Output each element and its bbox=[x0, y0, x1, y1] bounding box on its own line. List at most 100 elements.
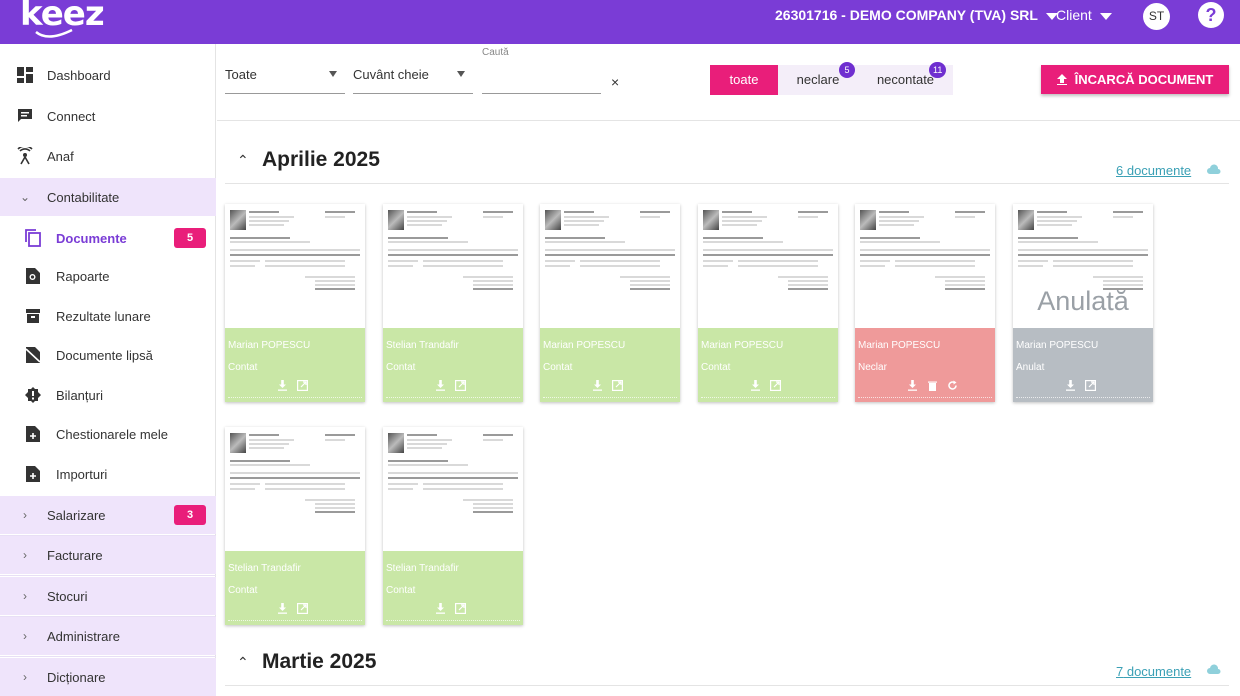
type-select[interactable]: Toate bbox=[225, 56, 345, 94]
document-line bbox=[564, 224, 599, 226]
group-documents-label: documente bbox=[1123, 163, 1192, 178]
cloud-upload-icon[interactable] bbox=[1207, 164, 1221, 174]
role-label: Client bbox=[1056, 7, 1092, 23]
download-icon[interactable] bbox=[1065, 380, 1076, 391]
group-documents-link[interactable]: 6 documente bbox=[1116, 163, 1191, 178]
document-thumbnail[interactable] bbox=[855, 204, 995, 328]
trash-icon[interactable] bbox=[927, 380, 938, 391]
card-actions bbox=[907, 380, 958, 391]
document-card[interactable]: Stelian Trandafir Contat bbox=[383, 204, 523, 402]
open-external-icon[interactable] bbox=[297, 380, 308, 391]
document-line bbox=[860, 265, 885, 267]
document-line bbox=[703, 249, 833, 251]
document-card[interactable]: Anulată Marian POPESCU Anulat bbox=[1013, 204, 1153, 402]
document-card[interactable]: Marian POPESCU Contat bbox=[225, 204, 365, 402]
field-select[interactable]: Cuvânt cheie bbox=[353, 56, 473, 94]
document-card[interactable]: Marian POPESCU Contat bbox=[540, 204, 680, 402]
open-external-icon[interactable] bbox=[612, 380, 623, 391]
uploader-name: Marian POPESCU bbox=[858, 340, 941, 351]
chevron-down-icon: ⌄ bbox=[19, 190, 31, 204]
document-line bbox=[315, 511, 355, 513]
group-documents-link[interactable]: 7 documente bbox=[1116, 664, 1191, 679]
document-line bbox=[388, 265, 413, 267]
document-thumbnail[interactable]: Anulată bbox=[1013, 204, 1153, 328]
download-icon[interactable] bbox=[435, 380, 446, 391]
open-external-icon[interactable] bbox=[297, 603, 308, 614]
document-thumbnail[interactable] bbox=[540, 204, 680, 328]
tab-toate[interactable]: toate bbox=[710, 65, 778, 95]
document-line bbox=[1053, 260, 1133, 262]
document-thumbnail[interactable] bbox=[698, 204, 838, 328]
document-line bbox=[860, 237, 920, 239]
sidebar-item-stocuri[interactable]: › Stocuri bbox=[0, 577, 216, 615]
download-icon[interactable] bbox=[592, 380, 603, 391]
document-line bbox=[630, 280, 670, 282]
sidebar-item-label: Contabilitate bbox=[47, 189, 120, 205]
document-line bbox=[325, 434, 355, 436]
document-line bbox=[788, 280, 828, 282]
download-icon[interactable] bbox=[435, 603, 446, 614]
document-line bbox=[879, 220, 919, 222]
open-external-icon[interactable] bbox=[770, 380, 781, 391]
card-footer: Stelian Trandafir Contat bbox=[225, 551, 365, 625]
search-input[interactable] bbox=[482, 60, 601, 94]
download-icon[interactable] bbox=[907, 380, 918, 391]
sidebar-item-chestionarele-mele[interactable]: Chestionarele mele bbox=[0, 415, 216, 453]
clear-icon[interactable]: × bbox=[611, 74, 619, 90]
document-line bbox=[230, 488, 255, 490]
company-selector[interactable]: 26301716 - DEMO COMPANY (TVA) SRL bbox=[775, 7, 1058, 23]
download-icon[interactable] bbox=[277, 603, 288, 614]
document-card[interactable]: Marian POPESCU Contat bbox=[698, 204, 838, 402]
document-line bbox=[388, 249, 518, 251]
download-icon[interactable] bbox=[277, 380, 288, 391]
invoice-logo-icon bbox=[1018, 210, 1034, 230]
sidebar-item-rapoarte[interactable]: Rapoarte bbox=[0, 257, 216, 295]
document-card[interactable]: Stelian Trandafir Contat bbox=[225, 427, 365, 625]
open-external-icon[interactable] bbox=[455, 380, 466, 391]
role-selector[interactable]: Client bbox=[1056, 7, 1112, 23]
document-line bbox=[315, 280, 355, 282]
sidebar-item-documente[interactable]: Documente 5 bbox=[0, 219, 216, 257]
refresh-icon[interactable] bbox=[947, 380, 958, 391]
document-card[interactable]: Stelian Trandafir Contat bbox=[383, 427, 523, 625]
sidebar-item-label: Bilanțuri bbox=[56, 387, 103, 403]
logo-swoosh-icon bbox=[35, 28, 73, 38]
group-title: Aprilie 2025 bbox=[262, 148, 380, 171]
cloud-upload-icon[interactable] bbox=[1207, 664, 1221, 674]
card-footer: Stelian Trandafir Contat bbox=[383, 328, 523, 402]
sidebar-item-anaf[interactable]: Anaf bbox=[0, 137, 216, 175]
open-external-icon[interactable] bbox=[455, 603, 466, 614]
document-line bbox=[388, 464, 468, 466]
download-icon[interactable] bbox=[750, 380, 761, 391]
collapse-icon[interactable]: ⌃ bbox=[237, 654, 249, 671]
open-external-icon[interactable] bbox=[1085, 380, 1096, 391]
document-thumbnail[interactable] bbox=[225, 427, 365, 551]
upload-document-button[interactable]: ÎNCARCĂ DOCUMENT bbox=[1041, 65, 1229, 94]
document-line bbox=[860, 260, 890, 262]
document-line bbox=[580, 265, 660, 267]
document-card[interactable]: Marian POPESCU Neclar bbox=[855, 204, 995, 402]
sidebar-item-dashboard[interactable]: Dashboard bbox=[0, 56, 216, 94]
sidebar-item-importuri[interactable]: Importuri bbox=[0, 455, 216, 493]
document-line bbox=[879, 216, 924, 218]
document-thumbnail[interactable] bbox=[383, 427, 523, 551]
avatar[interactable]: ST bbox=[1143, 3, 1170, 30]
document-line bbox=[703, 241, 783, 243]
sidebar-item-salarizare[interactable]: › Salarizare 3 bbox=[0, 496, 216, 534]
sidebar-item-dictionare[interactable]: › Dicționare bbox=[0, 658, 216, 696]
sidebar-item-connect[interactable]: Connect bbox=[0, 97, 216, 135]
sidebar-item-facturare[interactable]: › Facturare bbox=[0, 536, 216, 574]
report-search-icon bbox=[24, 267, 42, 285]
help-icon[interactable]: ? bbox=[1198, 2, 1224, 28]
sidebar-item-label: Documente lipsă bbox=[56, 347, 153, 363]
collapse-icon[interactable]: ⌃ bbox=[237, 152, 249, 169]
divider bbox=[217, 120, 1240, 121]
document-thumbnail[interactable] bbox=[225, 204, 365, 328]
sidebar-item-documente-lipsa[interactable]: Documente lipsă bbox=[0, 336, 216, 374]
document-thumbnail[interactable] bbox=[383, 204, 523, 328]
card-footer: Stelian Trandafir Contat bbox=[383, 551, 523, 625]
sidebar-item-bilanturi[interactable]: Bilanțuri bbox=[0, 376, 216, 414]
sidebar-item-contabilitate[interactable]: ⌄ Contabilitate bbox=[0, 178, 216, 216]
sidebar-item-rezultate-lunare[interactable]: Rezultate lunare bbox=[0, 297, 216, 335]
sidebar-item-administrare[interactable]: › Administrare bbox=[0, 617, 216, 655]
